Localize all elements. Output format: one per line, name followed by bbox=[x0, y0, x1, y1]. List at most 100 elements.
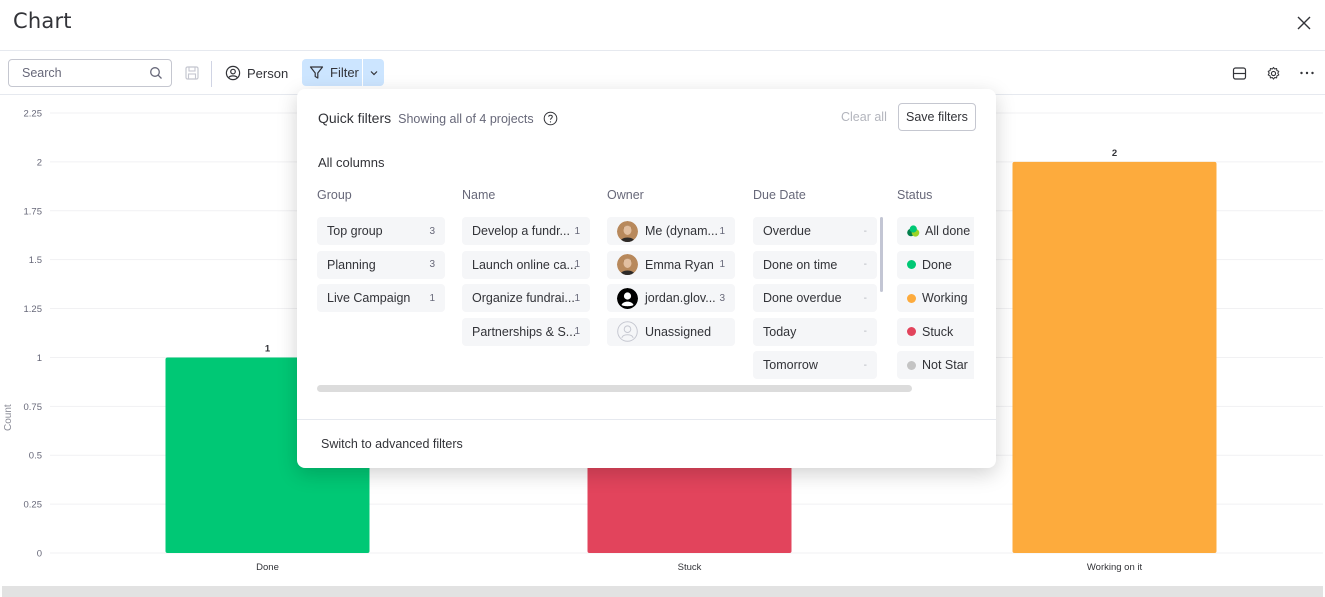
chip-count: 1 bbox=[574, 292, 580, 304]
y-tick-label: 1.75 bbox=[24, 206, 43, 217]
status-color-dot bbox=[907, 293, 916, 303]
filter-columns-scrollbar[interactable] bbox=[317, 385, 912, 392]
y-axis-title: Count bbox=[3, 404, 14, 431]
filter-chip-status-not-started[interactable]: Not Star bbox=[897, 351, 974, 379]
status-color-dot bbox=[907, 327, 916, 336]
data-label: 2 bbox=[1112, 148, 1117, 159]
settings-button[interactable] bbox=[1265, 65, 1281, 81]
column-header: Group bbox=[317, 188, 352, 202]
filter-chip-status-done[interactable]: Done bbox=[897, 250, 974, 279]
chip-count: - bbox=[863, 359, 867, 371]
column-header: Owner bbox=[607, 188, 644, 202]
filter-column-status: Status All done Done Working Stuck Not S… bbox=[897, 188, 974, 379]
filter-chip-live-campaign[interactable]: Live Campaign 1 bbox=[317, 284, 445, 312]
chip-label: Partnerships & S... bbox=[472, 324, 577, 339]
layout-button[interactable] bbox=[1231, 65, 1247, 81]
chip-label: Not Star bbox=[922, 358, 968, 372]
filter-chip-name[interactable]: Partnerships & S... 1 bbox=[462, 317, 590, 346]
quick-filters-header: Quick filters Showing all of 4 projects bbox=[318, 108, 558, 126]
y-tick-label: 1.5 bbox=[29, 255, 42, 266]
filter-chip-owner-jordan[interactable]: jordan.glov... 3 bbox=[607, 284, 735, 312]
chevron-down-icon bbox=[370, 70, 377, 75]
filter-chip-top-group[interactable]: Top group 3 bbox=[317, 217, 445, 245]
chip-label: Top group bbox=[327, 224, 383, 238]
title-bar: Chart bbox=[0, 0, 1325, 51]
chip-label: Launch online ca... bbox=[472, 257, 577, 272]
vertical-scrollbar[interactable] bbox=[880, 217, 883, 292]
filter-chip-status-stuck[interactable]: Stuck bbox=[897, 317, 974, 346]
y-tick-label: 2 bbox=[37, 157, 42, 168]
filter-chip-all-done[interactable]: All done bbox=[897, 217, 974, 245]
chip-label: Develop a fundr... bbox=[472, 224, 570, 238]
default-user-avatar-icon bbox=[617, 287, 638, 309]
help-icon[interactable] bbox=[543, 111, 558, 126]
chip-label: Working bbox=[922, 291, 968, 305]
filter-chip-tomorrow[interactable]: Tomorrow - bbox=[753, 351, 877, 379]
avatar bbox=[617, 254, 638, 275]
filter-icon bbox=[309, 66, 324, 79]
all-columns-heading: All columns bbox=[318, 155, 385, 170]
filter-chip-status-working[interactable]: Working bbox=[897, 284, 974, 312]
person-icon bbox=[225, 65, 241, 81]
y-tick-label: 1.25 bbox=[24, 304, 43, 315]
chip-label: Planning bbox=[327, 257, 376, 272]
status-color-dot bbox=[907, 360, 916, 370]
y-tick-label: 2.25 bbox=[24, 109, 43, 120]
chip-count: 1 bbox=[574, 225, 580, 237]
filter-chip-today[interactable]: Today - bbox=[753, 317, 877, 346]
x-tick-label: Done bbox=[256, 562, 279, 573]
filter-column-due-date: Due Date Overdue - Done on time - Done ove… bbox=[753, 188, 877, 379]
chip-count: 1 bbox=[574, 326, 580, 337]
chip-label: Done on time bbox=[763, 257, 838, 272]
person-filter-button[interactable]: Person bbox=[219, 59, 294, 87]
quick-filters-popover: Quick filters Showing all of 4 projects … bbox=[297, 89, 996, 468]
chip-label: jordan.glov... bbox=[645, 291, 716, 305]
switch-to-advanced-filters-link[interactable]: Switch to advanced filters bbox=[321, 437, 463, 451]
toolbar-right-tools bbox=[1231, 65, 1315, 81]
data-label: 1 bbox=[265, 343, 271, 354]
filter-chip-name[interactable]: Launch online ca... 1 bbox=[462, 250, 590, 279]
chip-count: 1 bbox=[429, 292, 435, 304]
close-button[interactable] bbox=[1293, 12, 1315, 34]
avatar bbox=[617, 220, 638, 242]
search-input[interactable] bbox=[9, 60, 139, 86]
save-icon bbox=[185, 66, 199, 80]
filter-column-name: Name Develop a fundr... 1 Launch online c… bbox=[462, 188, 590, 346]
filter-button[interactable]: Filter bbox=[302, 59, 362, 86]
more-options-button[interactable] bbox=[1299, 65, 1315, 81]
search-icon[interactable] bbox=[149, 66, 163, 80]
clear-all-button[interactable]: Clear all bbox=[841, 110, 887, 124]
page-title: Chart bbox=[13, 9, 72, 33]
save-view-button[interactable] bbox=[184, 65, 200, 81]
filter-chip-name[interactable]: Develop a fundr... 1 bbox=[462, 217, 590, 245]
filter-chip-owner-unassigned[interactable]: Unassigned bbox=[607, 317, 735, 346]
horizontal-scrollbar[interactable] bbox=[2, 586, 1323, 597]
bar-working-on-it bbox=[1012, 161, 1217, 553]
y-tick-label: 0.25 bbox=[24, 500, 43, 511]
filter-chip-planning[interactable]: Planning 3 bbox=[317, 250, 445, 279]
filter-chip-owner-me[interactable]: Me (dynam... 1 bbox=[607, 217, 735, 245]
quick-filters-title: Quick filters bbox=[318, 110, 392, 126]
chip-label: Me (dynam... bbox=[645, 224, 718, 238]
chip-count: - bbox=[863, 225, 867, 237]
save-filters-button[interactable]: Save filters bbox=[898, 103, 976, 131]
x-tick-label: Working on it bbox=[1087, 562, 1143, 573]
popover-divider bbox=[297, 419, 996, 420]
filter-chip-owner-emma-ryan[interactable]: Emma Ryan 1 bbox=[607, 250, 735, 279]
chip-count: - bbox=[863, 259, 867, 270]
filter-chip-name[interactable]: Organize fundrai... 1 bbox=[462, 284, 590, 312]
y-tick-label: 0.5 bbox=[29, 451, 42, 462]
filter-chip-done-overdue[interactable]: Done overdue - bbox=[753, 284, 877, 312]
column-header: Name bbox=[462, 188, 496, 202]
filter-chip-overdue[interactable]: Overdue - bbox=[753, 217, 877, 245]
quick-filters-subtitle: Showing all of 4 projects bbox=[398, 112, 534, 126]
filter-label: Filter bbox=[330, 65, 359, 80]
chip-label: Emma Ryan bbox=[645, 257, 714, 272]
chip-label: Done bbox=[922, 257, 952, 272]
close-icon bbox=[1297, 16, 1311, 30]
more-icon bbox=[1300, 71, 1314, 75]
filter-chip-done-on-time[interactable]: Done on time - bbox=[753, 250, 877, 279]
filter-dropdown-button[interactable] bbox=[363, 59, 384, 86]
chip-label: Organize fundrai... bbox=[472, 291, 575, 305]
chip-label: All done bbox=[925, 224, 971, 238]
